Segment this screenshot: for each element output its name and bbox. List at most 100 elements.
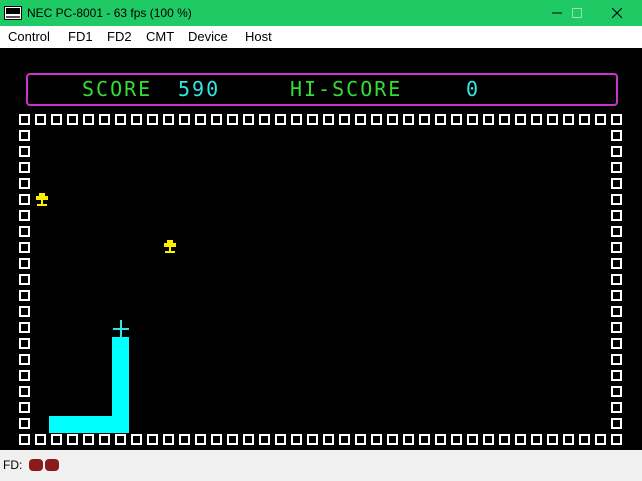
wall-block: [467, 434, 478, 445]
wall-block: [19, 194, 30, 205]
wall-block: [19, 386, 30, 397]
wall-block: [611, 114, 622, 125]
wall-block: [611, 242, 622, 253]
menu-control[interactable]: Control: [8, 29, 50, 44]
wall-block: [611, 370, 622, 381]
wall-block: [595, 434, 606, 445]
wall-block: [563, 434, 574, 445]
spade-icon: [36, 193, 48, 206]
wall-block: [371, 434, 382, 445]
computer-icon: [4, 6, 22, 20]
wall-block: [579, 434, 590, 445]
wall-block: [19, 322, 30, 333]
wall-block: [339, 114, 350, 125]
wall-block: [611, 354, 622, 365]
wall-block: [19, 370, 30, 381]
wall-block: [163, 434, 174, 445]
wall-block: [35, 114, 46, 125]
wall-block: [179, 434, 190, 445]
wall-block: [387, 434, 398, 445]
wall-block: [19, 242, 30, 253]
window-title: NEC PC-8001 - 63 fps (100 %): [27, 6, 192, 20]
menu-cmt[interactable]: CMT: [146, 29, 174, 44]
wall-block: [227, 434, 238, 445]
wall-block: [19, 418, 30, 429]
wall-block: [451, 114, 462, 125]
wall-block: [147, 114, 158, 125]
wall-block: [611, 290, 622, 301]
wall-block: [19, 210, 30, 221]
close-icon: [612, 8, 622, 18]
wall-block: [323, 434, 334, 445]
wall-block: [611, 258, 622, 269]
wall-block: [259, 434, 270, 445]
wall-block: [307, 114, 318, 125]
wall-block: [67, 114, 78, 125]
emulator-screen[interactable]: SCORE 590 HI-SCORE 0: [0, 48, 642, 450]
wall-block: [19, 290, 30, 301]
wall-block: [339, 434, 350, 445]
maximize-button[interactable]: [556, 0, 598, 26]
wall-block: [403, 434, 414, 445]
spade-icon: [164, 240, 176, 253]
wall-block: [611, 210, 622, 221]
wall-block: [147, 434, 158, 445]
wall-block: [531, 114, 542, 125]
wall-block: [67, 434, 78, 445]
menu-bar: Control FD1 FD2 CMT Device Host: [0, 26, 642, 48]
wall-block: [547, 434, 558, 445]
wall-block: [243, 434, 254, 445]
wall-block: [515, 114, 526, 125]
fd2-access-led: [45, 459, 59, 471]
window-titlebar[interactable]: NEC PC-8001 - 63 fps (100 %): [0, 0, 642, 26]
wall-block: [611, 274, 622, 285]
wall-block: [115, 434, 126, 445]
wall-block: [387, 114, 398, 125]
wall-block: [467, 114, 478, 125]
wall-block: [83, 434, 94, 445]
wall-block: [275, 114, 286, 125]
fd-status-label: FD:: [3, 458, 23, 472]
menu-fd1[interactable]: FD1: [68, 29, 93, 44]
wall-block: [611, 402, 622, 413]
wall-block: [275, 434, 286, 445]
wall-block: [483, 434, 494, 445]
wall-block: [19, 146, 30, 157]
wall-block: [307, 434, 318, 445]
menu-fd2[interactable]: FD2: [107, 29, 132, 44]
menu-host[interactable]: Host: [245, 29, 272, 44]
wall-block: [419, 434, 430, 445]
wall-block: [611, 130, 622, 141]
wall-block: [51, 114, 62, 125]
menu-device[interactable]: Device: [188, 29, 228, 44]
wall-block: [19, 274, 30, 285]
status-bar: FD:: [0, 450, 642, 481]
wall-block: [611, 386, 622, 397]
wall-block: [435, 434, 446, 445]
wall-block: [19, 354, 30, 365]
wall-block: [611, 418, 622, 429]
wall-block: [131, 434, 142, 445]
wall-block: [371, 114, 382, 125]
wall-block: [435, 114, 446, 125]
wall-block: [99, 434, 110, 445]
wall-block: [323, 114, 334, 125]
wall-block: [211, 434, 222, 445]
wall-block: [19, 130, 30, 141]
wall-block: [51, 434, 62, 445]
wall-block: [19, 258, 30, 269]
wall-block: [611, 162, 622, 173]
wall-block: [451, 434, 462, 445]
wall-block: [83, 114, 94, 125]
close-button[interactable]: [596, 0, 638, 26]
wall-block: [163, 114, 174, 125]
wall-block: [611, 146, 622, 157]
wall-block: [611, 434, 622, 445]
wall-block: [211, 114, 222, 125]
wall-block: [115, 114, 126, 125]
wall-block: [483, 114, 494, 125]
wall-block: [195, 114, 206, 125]
wall-block: [515, 434, 526, 445]
fd1-access-led: [29, 459, 43, 471]
wall-block: [563, 114, 574, 125]
